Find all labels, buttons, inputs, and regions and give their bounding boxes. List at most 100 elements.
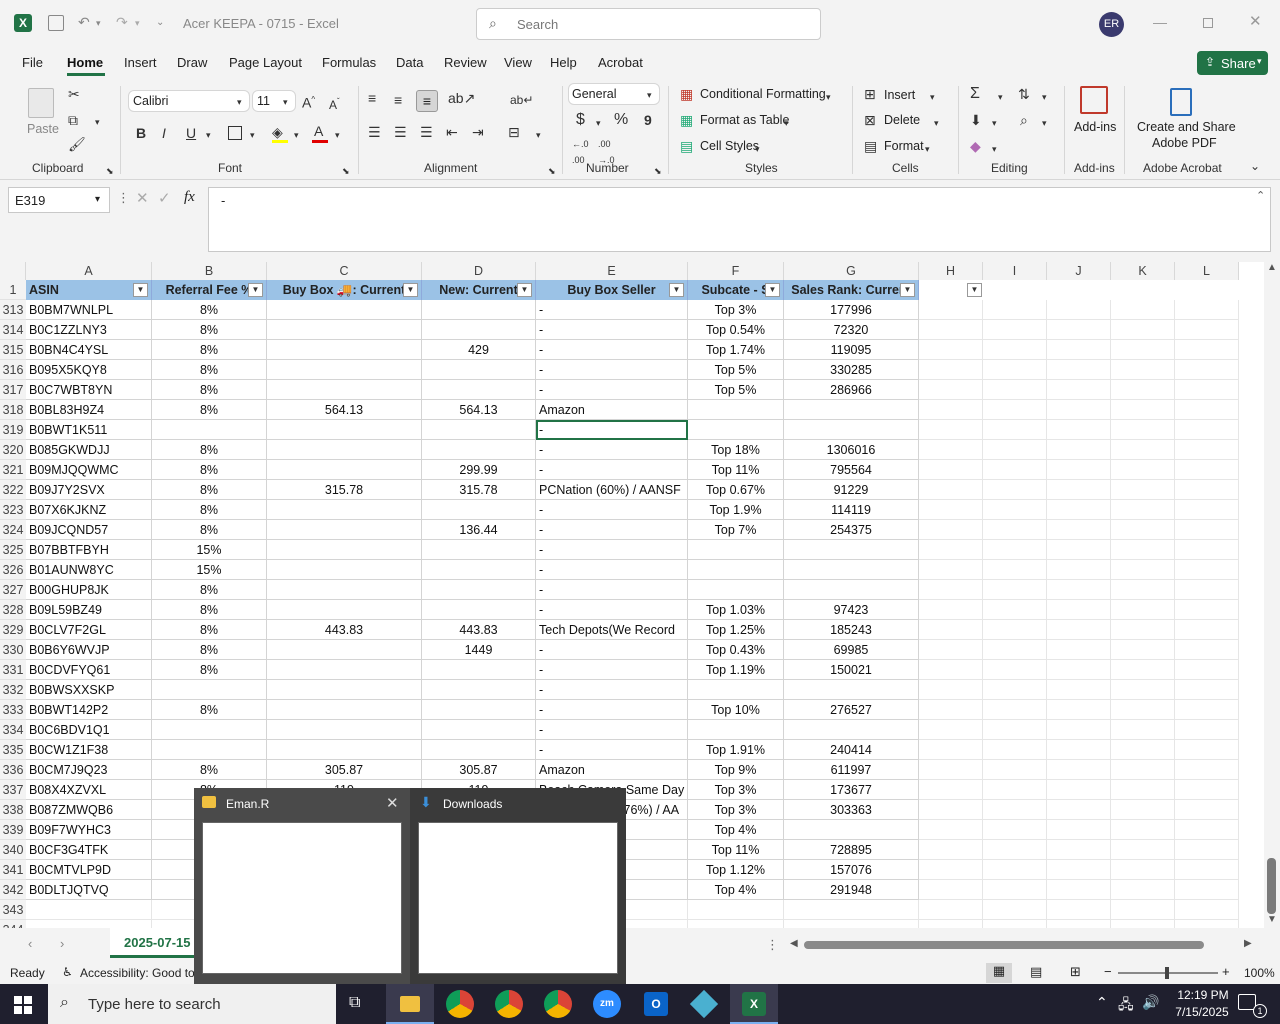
font-launcher-icon[interactable]: ⬊ <box>342 163 350 179</box>
row-header[interactable]: 324 <box>0 520 26 540</box>
table-cell[interactable]: 69985 <box>784 640 919 660</box>
empty-cell[interactable] <box>983 840 1047 860</box>
table-cell[interactable] <box>422 560 536 580</box>
zoom-app-icon[interactable]: zm <box>593 990 621 1018</box>
table-cell[interactable]: 114119 <box>784 500 919 520</box>
table-cell[interactable]: - <box>536 700 688 720</box>
clipboard-launcher-icon[interactable]: ⬊ <box>106 163 114 179</box>
collapse-formula-icon[interactable]: ⌃ <box>1256 189 1265 202</box>
row-header[interactable]: 321 <box>0 460 26 480</box>
table-header-cell[interactable]: New: Current ▼ <box>422 280 536 300</box>
add-ins-button[interactable]: Add-ins <box>1074 120 1116 134</box>
filter-dropdown-icon[interactable]: ▼ <box>669 283 684 297</box>
empty-cell[interactable] <box>919 920 983 928</box>
empty-cell[interactable] <box>1111 540 1175 560</box>
empty-cell[interactable] <box>1047 600 1111 620</box>
table-cell[interactable]: 303363 <box>784 800 919 820</box>
column-header[interactable]: H <box>919 262 983 280</box>
empty-cell[interactable] <box>983 680 1047 700</box>
table-cell[interactable] <box>784 680 919 700</box>
table-cell[interactable]: B0CLV7F2GL <box>26 620 152 640</box>
table-cell[interactable]: 315.78 <box>267 480 422 500</box>
format-as-table-button[interactable]: Format as Table <box>700 113 789 127</box>
empty-cell[interactable] <box>1175 460 1239 480</box>
table-cell[interactable]: 8% <box>152 300 267 320</box>
row-header[interactable]: 313 <box>0 300 26 320</box>
table-cell[interactable]: B0C1ZZLNY3 <box>26 320 152 340</box>
empty-cell[interactable] <box>983 380 1047 400</box>
table-cell[interactable] <box>784 400 919 420</box>
empty-cell[interactable] <box>1111 520 1175 540</box>
table-cell[interactable] <box>267 340 422 360</box>
fill-color-icon[interactable]: ◈ <box>272 124 283 140</box>
column-header[interactable]: I <box>983 262 1047 280</box>
empty-cell[interactable] <box>1111 580 1175 600</box>
empty-cell[interactable] <box>983 660 1047 680</box>
menu-home[interactable]: Home <box>67 55 103 70</box>
merge-dropdown-icon[interactable]: ▾ <box>536 127 541 143</box>
table-cell[interactable]: B0BWSXXSKP <box>26 680 152 700</box>
empty-cell[interactable] <box>983 920 1047 928</box>
table-cell[interactable]: Top 1.9% <box>688 500 784 520</box>
empty-cell[interactable] <box>1175 640 1239 660</box>
empty-cell[interactable] <box>1047 680 1111 700</box>
empty-cell[interactable] <box>1175 800 1239 820</box>
table-cell[interactable]: 157076 <box>784 860 919 880</box>
empty-cell[interactable] <box>1047 340 1111 360</box>
empty-cell[interactable] <box>1175 440 1239 460</box>
empty-cell[interactable] <box>1047 780 1111 800</box>
table-cell[interactable]: - <box>536 740 688 760</box>
font-size-select[interactable]: 11 ▾ <box>252 90 296 112</box>
empty-cell[interactable] <box>919 480 983 500</box>
table-cell[interactable]: B00GHUP8JK <box>26 580 152 600</box>
menu-view[interactable]: View <box>504 55 532 70</box>
save-icon[interactable] <box>48 15 64 31</box>
formula-input[interactable]: - <box>208 187 1271 252</box>
sort-filter-dropdown-icon[interactable]: ▾ <box>1042 89 1047 105</box>
empty-cell[interactable] <box>1111 300 1175 320</box>
table-cell[interactable]: 330285 <box>784 360 919 380</box>
volume-icon[interactable]: 🔊 <box>1142 994 1159 1011</box>
table-cell[interactable]: 611997 <box>784 760 919 780</box>
column-header[interactable]: B <box>152 262 267 280</box>
row-header[interactable]: 316 <box>0 360 26 380</box>
table-cell[interactable] <box>26 920 152 928</box>
empty-cell[interactable] <box>983 360 1047 380</box>
empty-cell[interactable] <box>919 820 983 840</box>
table-cell[interactable]: B07X6KJKNZ <box>26 500 152 520</box>
menu-review[interactable]: Review <box>444 55 487 70</box>
table-cell[interactable]: Tech Depots(We Record <box>536 620 688 640</box>
table-cell[interactable]: B085GKWDJJ <box>26 440 152 460</box>
table-cell[interactable]: B087ZMWQB6 <box>26 800 152 820</box>
empty-cell[interactable] <box>1175 540 1239 560</box>
menu-data[interactable]: Data <box>396 55 423 70</box>
table-cell[interactable] <box>688 540 784 560</box>
table-cell[interactable] <box>152 720 267 740</box>
table-cell[interactable]: 8% <box>152 340 267 360</box>
empty-cell[interactable] <box>1047 540 1111 560</box>
empty-cell[interactable] <box>919 520 983 540</box>
empty-cell[interactable] <box>919 580 983 600</box>
table-cell[interactable]: 564.13 <box>267 400 422 420</box>
normal-view-icon[interactable]: ▦ <box>986 963 1012 983</box>
row-header[interactable]: 330 <box>0 640 26 660</box>
table-cell[interactable] <box>784 900 919 920</box>
table-cell[interactable]: 8% <box>152 520 267 540</box>
cancel-entry-icon[interactable]: ✕ <box>136 189 149 207</box>
empty-cell[interactable] <box>1175 400 1239 420</box>
table-cell[interactable]: - <box>536 540 688 560</box>
table-cell[interactable]: PCNation (60%) / AANSF <box>536 480 688 500</box>
table-cell[interactable] <box>784 560 919 580</box>
empty-cell[interactable] <box>919 660 983 680</box>
increase-font-size-icon[interactable]: A^ <box>302 92 315 111</box>
table-cell[interactable]: Top 18% <box>688 440 784 460</box>
empty-cell[interactable] <box>1111 820 1175 840</box>
column-header[interactable]: C <box>267 262 422 280</box>
table-cell[interactable]: Top 11% <box>688 840 784 860</box>
empty-cell[interactable] <box>1175 420 1239 440</box>
table-cell[interactable]: B09MJQQWMC <box>26 460 152 480</box>
menu-formulas[interactable]: Formulas <box>322 55 376 70</box>
table-cell[interactable] <box>422 320 536 340</box>
table-cell[interactable]: 91229 <box>784 480 919 500</box>
empty-cell[interactable] <box>1047 720 1111 740</box>
